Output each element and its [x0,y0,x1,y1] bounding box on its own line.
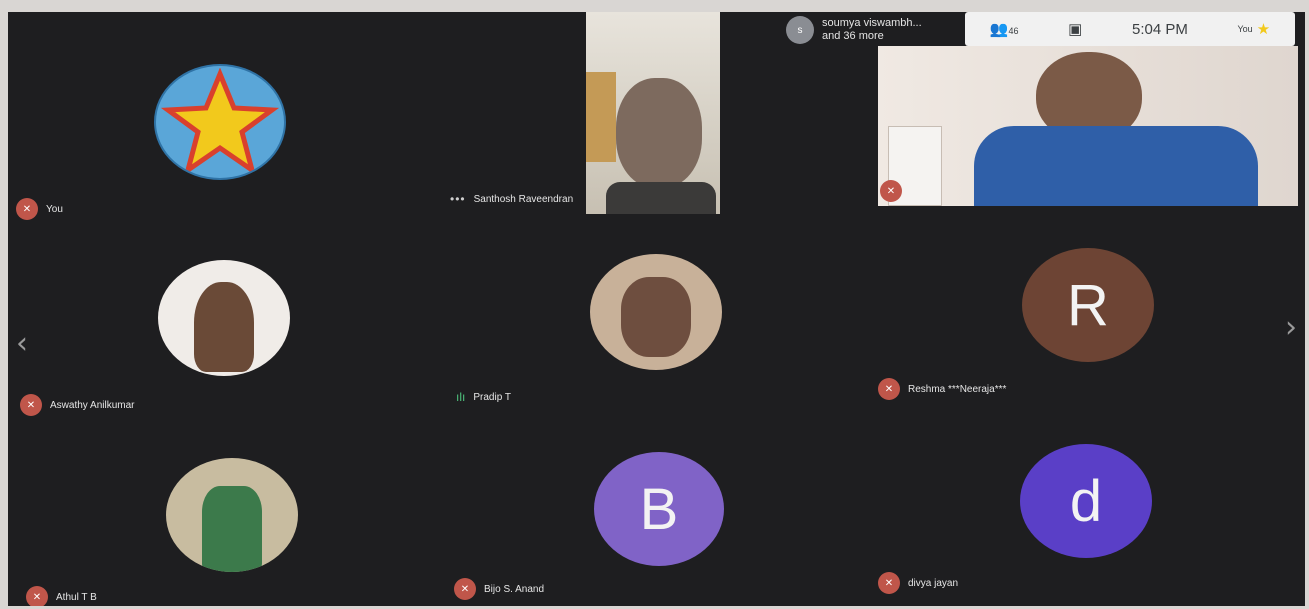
participant-name: Aswathy Anilkumar [50,399,135,411]
self-label: You [1237,24,1253,34]
speaking-icon: ılı [456,390,466,404]
mic-off-icon: ✕ [20,394,42,416]
next-page-icon[interactable]: › [1285,310,1297,345]
mic-off-icon: ✕ [16,198,38,220]
doll-photo [194,282,254,372]
participant-badge: s [786,16,814,44]
man-field-photo [202,486,262,572]
participant-name-row: ✕ Reshma ***Neeraja*** [878,378,1006,400]
avatar-letter: d [1069,468,1103,534]
status-bar: 👥46 ▣ 5:04 PM You ★ [965,12,1295,46]
avatar [158,260,290,376]
participant-name-row: ••• Santhosh Raveendran [450,192,573,206]
participant-name: You [46,203,63,215]
avatar [166,458,298,572]
participant-name-row: ✕ Aswathy Anilkumar [20,394,134,416]
participant-video [586,12,720,214]
previous-page-icon[interactable]: ‹ [16,326,28,361]
mic-off-icon: ✕ [26,586,48,606]
star-icon: ★ [1256,21,1271,38]
participant-name-row: ✕ Bijo S. Anand [454,578,544,600]
avatar [590,254,722,370]
chat-icon[interactable]: ▣ [1068,20,1082,38]
avatar [154,64,286,180]
avatar: R [1022,248,1154,362]
more-options-icon[interactable]: ••• [450,192,466,206]
star-icon [160,68,280,176]
participant-name: Athul T B [56,591,97,603]
participant-name-row: ✕ You [16,198,63,220]
participant-name-row: ✕ [880,180,910,202]
mic-off-icon: ✕ [878,572,900,594]
more-participants[interactable]: s soumya viswambh... and 36 more [786,12,922,48]
participant-video [878,46,1298,206]
mic-off-icon: ✕ [878,378,900,400]
avatar: d [1020,444,1152,558]
man-photo [621,277,691,357]
top-bar: s soumya viswambh... and 36 more 👥46 ▣ 5… [786,12,1305,54]
others-more: and 36 more [822,30,884,42]
participant-name: Santhosh Raveendran [473,193,574,205]
participant-name-row: ✕ divya jayan [878,572,958,594]
avatar-letter: R [1067,272,1109,338]
participant-name: Reshma ***Neeraja*** [908,383,1007,395]
participant-name: Pradip T [473,391,511,403]
meeting-grid: ✕ You ••• Santhosh Raveendran ✕ s soumya… [8,12,1305,606]
avatar: B [594,452,724,566]
self-status: You ★ [1238,20,1271,38]
participant-name: divya jayan [908,577,959,589]
mic-off-icon: ✕ [880,180,902,202]
participant-name-row: ılı Pradip T [456,390,511,404]
people-icon[interactable]: 👥46 [990,20,1019,38]
others-name: soumya viswambh... [822,17,922,29]
participant-name: Bijo S. Anand [484,583,545,595]
clock-time: 5:04 PM [1131,20,1188,38]
avatar-letter: B [639,476,679,542]
participant-name-row: ✕ Athul T B [26,586,97,606]
mic-off-icon: ✕ [454,578,476,600]
